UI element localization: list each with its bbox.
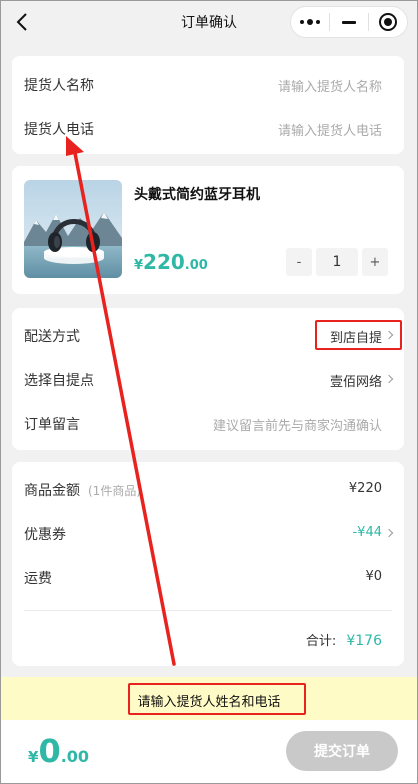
screen-border — [0, 0, 418, 784]
